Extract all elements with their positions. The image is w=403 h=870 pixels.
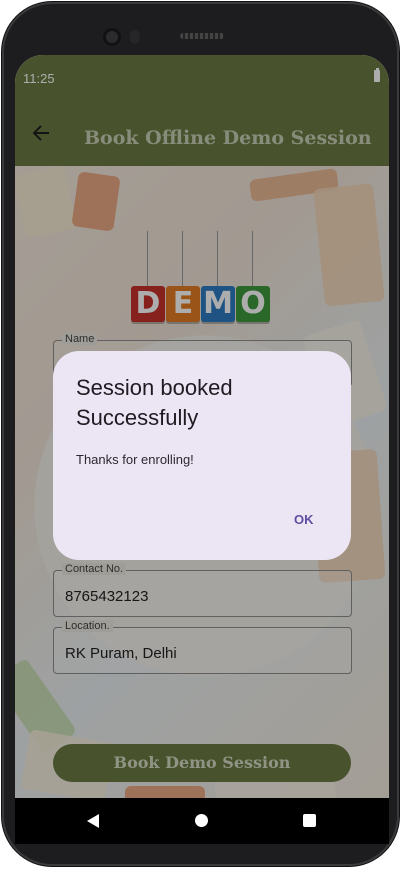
dialog-title: Session booked Successfully xyxy=(76,375,233,430)
app-screen: 11:25 Book Offline Demo Session D E M O xyxy=(15,55,389,841)
system-navigation-bar xyxy=(15,798,389,844)
phone-top-bezel xyxy=(0,0,403,60)
nav-home-icon[interactable] xyxy=(195,814,208,827)
ok-button[interactable]: OK xyxy=(288,508,320,531)
success-dialog: Session booked Successfully Thanks for e… xyxy=(53,351,351,560)
nav-back-icon[interactable] xyxy=(87,814,99,828)
earpiece-speaker-icon xyxy=(180,33,224,39)
sensor-icon xyxy=(130,30,140,44)
nav-recents-icon[interactable] xyxy=(303,814,316,827)
dialog-message: Thanks for enrolling! xyxy=(76,452,194,467)
front-camera-icon xyxy=(103,28,121,46)
